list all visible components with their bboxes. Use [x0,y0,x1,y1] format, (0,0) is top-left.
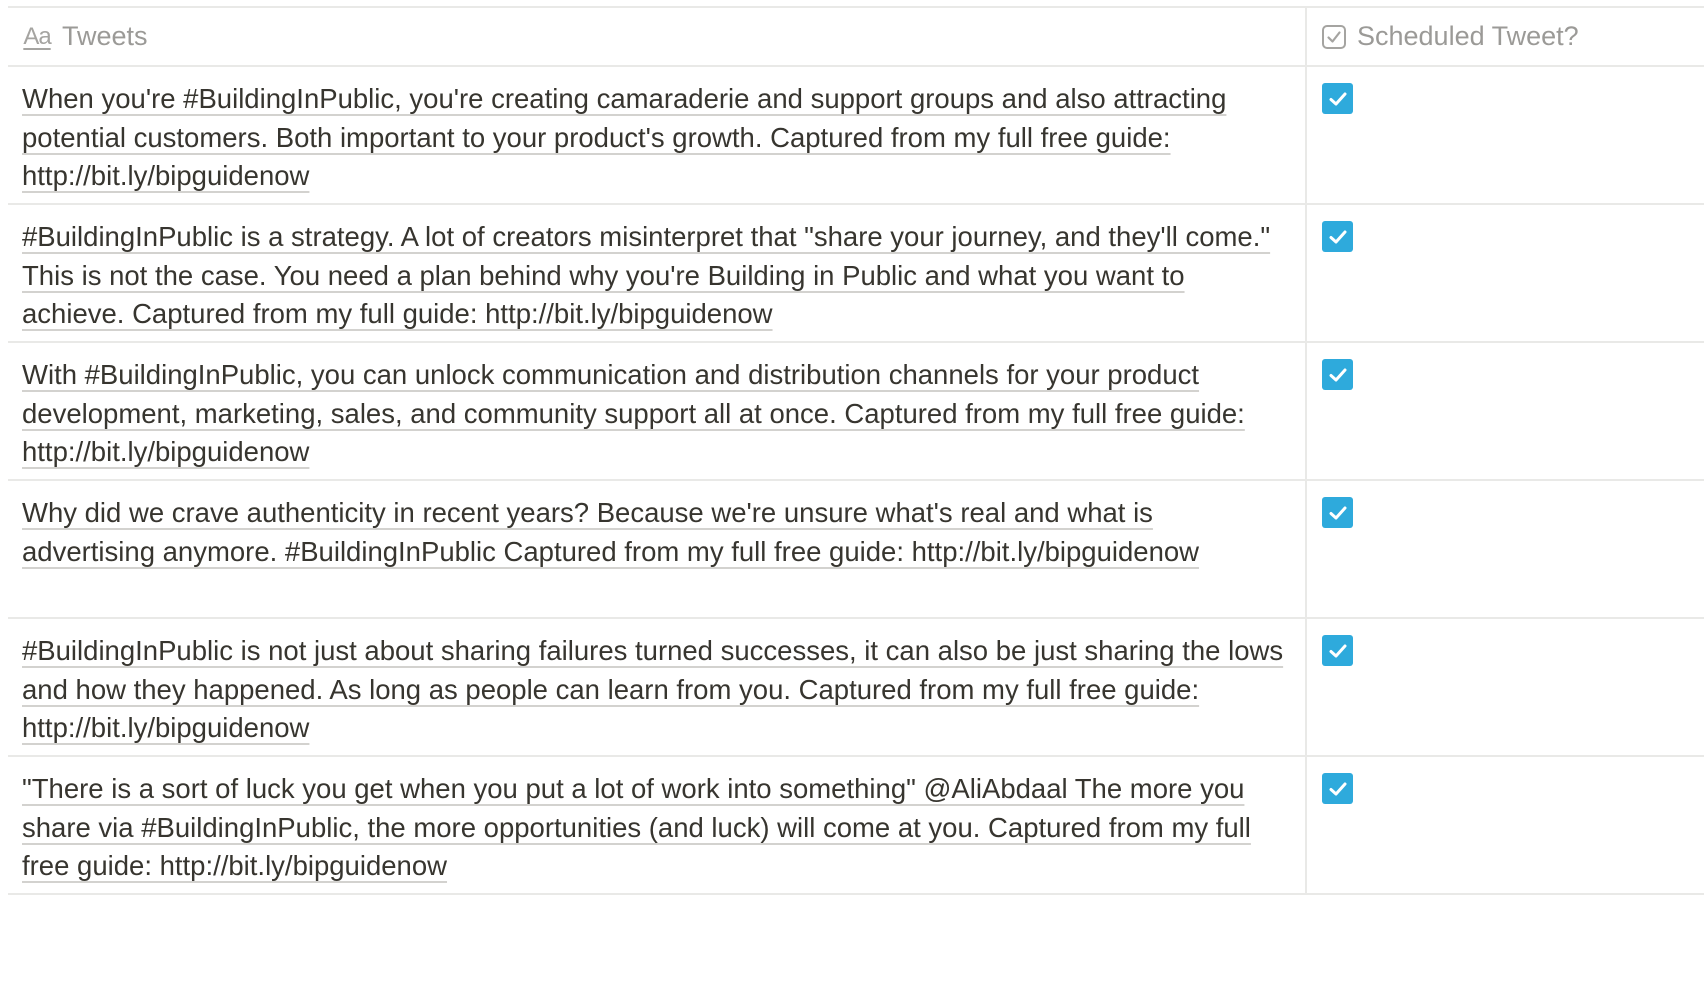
tweet-text: When you're #BuildingInPublic, you're cr… [22,83,1227,191]
checkmark-icon [1329,506,1346,519]
scheduled-checkbox[interactable] [1322,635,1353,666]
scheduled-cell [1307,343,1704,479]
tweet-text: #BuildingInPublic is not just about shar… [22,635,1284,743]
scheduled-checkbox[interactable] [1322,497,1353,528]
checkbox-property-icon [1321,24,1347,50]
scheduled-cell [1307,205,1704,341]
table-row[interactable]: #BuildingInPublic is a strategy. A lot o… [8,205,1704,343]
tweet-text: With #BuildingInPublic, you can unlock c… [22,359,1245,467]
table-row[interactable]: #BuildingInPublic is not just about shar… [8,619,1704,757]
text-property-icon: Aa [23,22,51,50]
scheduled-cell [1307,67,1704,203]
tweet-cell[interactable]: Why did we crave authenticity in recent … [8,481,1307,617]
tweet-cell[interactable]: #BuildingInPublic is a strategy. A lot o… [8,205,1307,341]
column-header-scheduled[interactable]: Scheduled Tweet? [1307,8,1704,65]
checkmark-icon [1329,92,1346,105]
tweet-text: Why did we crave authenticity in recent … [22,497,1200,567]
scheduled-cell [1307,619,1704,755]
column-header-label: Tweets [62,21,148,51]
tweets-table: Aa Tweets Scheduled Tweet? When you're #… [8,6,1704,895]
column-header-tweets[interactable]: Aa Tweets [8,8,1307,65]
tweet-cell[interactable]: When you're #BuildingInPublic, you're cr… [8,67,1307,203]
table-header: Aa Tweets Scheduled Tweet? [8,6,1704,67]
checkmark-icon [1329,368,1346,381]
table-row[interactable]: Why did we crave authenticity in recent … [8,481,1704,619]
checkmark-icon [1329,644,1346,657]
scheduled-checkbox[interactable] [1322,221,1353,252]
scheduled-checkbox[interactable] [1322,359,1353,390]
tweet-cell[interactable]: "There is a sort of luck you get when yo… [8,757,1307,893]
table-row[interactable]: "There is a sort of luck you get when yo… [8,757,1704,895]
checkmark-icon [1329,230,1346,243]
checkmark-icon [1329,782,1346,795]
tweet-text: #BuildingInPublic is a strategy. A lot o… [22,221,1271,329]
scheduled-cell [1307,481,1704,617]
scheduled-checkbox[interactable] [1322,773,1353,804]
tweet-cell[interactable]: #BuildingInPublic is not just about shar… [8,619,1307,755]
table-row[interactable]: With #BuildingInPublic, you can unlock c… [8,343,1704,481]
tweet-cell[interactable]: With #BuildingInPublic, you can unlock c… [8,343,1307,479]
table-row[interactable]: When you're #BuildingInPublic, you're cr… [8,67,1704,205]
tweet-text: "There is a sort of luck you get when yo… [22,773,1251,881]
scheduled-cell [1307,757,1704,893]
scheduled-checkbox[interactable] [1322,83,1353,114]
table-body: When you're #BuildingInPublic, you're cr… [8,67,1704,895]
column-header-label: Scheduled Tweet? [1357,21,1579,51]
